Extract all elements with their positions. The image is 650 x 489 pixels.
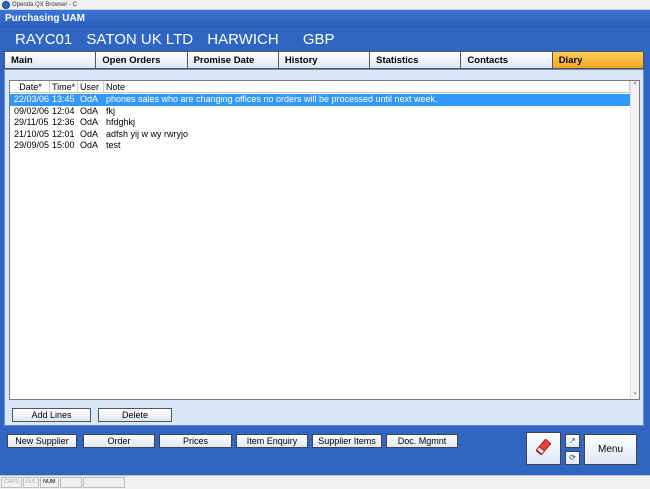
supplier-currency: GBP (302, 31, 335, 48)
os-window-title: Openda QX Browser - C (12, 2, 78, 8)
scroll-down-icon[interactable]: ⌄ (631, 389, 639, 397)
tab-main[interactable]: Main (5, 52, 97, 68)
cell-note: phones sales who are changing offices no… (106, 94, 438, 104)
cell-note: hfdghkj (106, 117, 136, 127)
cell-user: OdA (80, 128, 99, 139)
tab-statistics[interactable]: Statistics (370, 52, 462, 68)
supplier-code: RAYC01 (15, 31, 73, 48)
prices-button[interactable]: Prices (159, 434, 232, 448)
cell-user: OdA (80, 94, 99, 104)
cell-date: 29/11/05 (14, 117, 49, 127)
eraser-button[interactable] (526, 432, 561, 465)
add-lines-button[interactable]: Add Lines (12, 408, 91, 422)
cell-date: 22/03/06 (14, 94, 50, 104)
tab-diary[interactable]: Diary (552, 52, 643, 68)
cell-date: 29/09/05 (14, 140, 50, 150)
app-title: Purchasing UAM (5, 13, 86, 24)
new-supplier-button[interactable]: New Supplier (7, 434, 77, 448)
delete-button[interactable]: Delete (98, 408, 172, 422)
status-empty-cell (82, 477, 125, 488)
doc-mgmnt-button[interactable]: Doc. Mgmnt (386, 434, 458, 448)
insert-indicator: INS (22, 477, 39, 488)
bottom-toolbar: New Supplier Order Prices Item Enquiry S… (0, 426, 650, 472)
cell-time: 12:01 (52, 128, 75, 139)
caps-lock-indicator: CAPS (1, 477, 22, 488)
cell-time: 12:36 (52, 117, 75, 127)
cell-note: fkj (106, 105, 115, 116)
tab-history[interactable]: History (278, 52, 371, 68)
item-enquiry-button[interactable]: Item Enquiry (236, 434, 308, 448)
tab-contacts[interactable]: Contacts (461, 52, 553, 68)
status-bar: CAPS INS NUM (0, 475, 650, 489)
column-header-date[interactable]: Date* (10, 81, 50, 92)
help-icon[interactable]: ↗ (565, 434, 580, 448)
grid-vertical-scrollbar[interactable]: ^ ⌄ (630, 81, 639, 399)
grid-body: 22/03/06 13:45 OdA phones sales who are … (10, 94, 633, 152)
cell-time: 15:00 (52, 140, 75, 150)
cell-date: 21/10/05 (14, 128, 50, 139)
diary-grid: Date* Time* User Note 22/03/06 13:45 OdA… (9, 80, 640, 400)
browser-app-icon (2, 1, 10, 9)
cell-user: OdA (80, 105, 99, 116)
grid-header: Date* Time* User Note (10, 81, 630, 93)
tab-promise-date[interactable]: Promise Date (187, 52, 279, 68)
supplier-location: HARWICH (207, 31, 279, 48)
table-row[interactable]: 21/10/05 12:01 OdA adfsh yij w wy rwryjo (10, 129, 633, 141)
diary-panel: Date* Time* User Note 22/03/06 13:45 OdA… (4, 69, 644, 426)
menu-button[interactable]: Menu (584, 434, 637, 465)
cell-date: 09/02/06 (14, 105, 50, 116)
cell-time: 12:04 (52, 105, 75, 116)
supplier-header: RAYC01 SATON UK LTD HARWICH GBP (0, 28, 650, 52)
cell-note: test (106, 140, 121, 150)
table-row[interactable]: 29/09/05 15:00 OdA test (10, 140, 633, 152)
column-header-note[interactable]: Note (104, 81, 630, 92)
supplier-company: SATON UK LTD (86, 31, 194, 48)
table-row[interactable]: 22/03/06 13:45 OdA phones sales who are … (10, 94, 633, 106)
cell-user: OdA (80, 117, 99, 127)
scroll-up-icon[interactable]: ^ (631, 82, 639, 90)
num-lock-indicator: NUM (39, 477, 59, 488)
os-window-titlebar: Openda QX Browser - C (0, 0, 650, 10)
cell-time: 13:45 (52, 94, 75, 104)
table-row[interactable]: 09/02/06 12:04 OdA fkj (10, 106, 633, 118)
eraser-icon (535, 439, 551, 455)
table-row[interactable]: 29/11/05 12:36 OdA hfdghkj (10, 117, 633, 129)
column-header-user[interactable]: User (78, 81, 104, 92)
refresh-icon[interactable]: ⟳ (565, 451, 580, 465)
app-titlebar: Purchasing UAM (0, 10, 650, 28)
cell-note: adfsh yij w wy rwryjo (106, 128, 189, 139)
tab-bar: Main Open Orders Promise Date History St… (4, 51, 644, 69)
supplier-items-button[interactable]: Supplier Items (312, 434, 382, 448)
column-header-time[interactable]: Time* (50, 81, 78, 92)
order-button[interactable]: Order (83, 434, 155, 448)
status-empty-cell (59, 477, 82, 488)
cell-user: OdA (80, 140, 99, 150)
tab-open-orders[interactable]: Open Orders (96, 52, 188, 68)
